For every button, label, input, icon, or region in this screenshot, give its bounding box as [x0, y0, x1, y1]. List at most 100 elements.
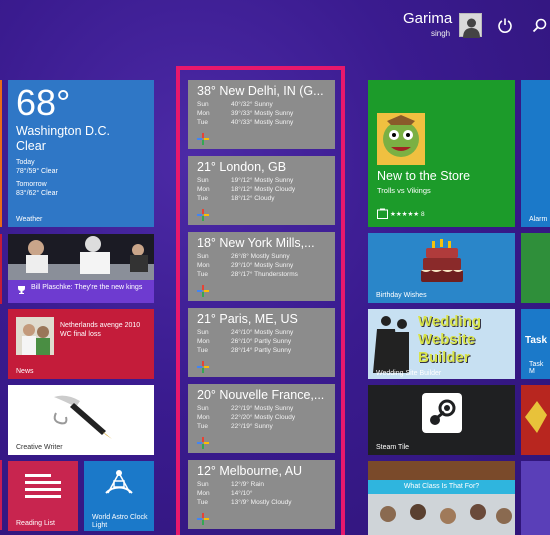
alarm-tile[interactable]: Alarm [521, 80, 550, 227]
forecast-value: 28°/17° Thunderstorms [231, 271, 298, 278]
weather-city-tile[interactable]: 21° London, GB Sun 19°/12° Mostly Sunny Mon… [188, 156, 335, 225]
store-app-name: Trolls vs Vikings [377, 186, 431, 195]
sport-headline: Netherlands avenge 2010 WC final loss [60, 322, 141, 338]
news-tile-kings[interactable]: Bill Plaschke: They're the new kings [8, 234, 154, 303]
what-class-tile[interactable]: What Class Is That For? [368, 461, 515, 535]
search-icon[interactable] [532, 17, 548, 33]
forecast-row: Tue 18°/12° Cloudy [197, 194, 326, 203]
wedding-line2: Website [418, 331, 476, 348]
forecast-value: 13°/9° Mostly Cloudy [231, 499, 292, 506]
forecast-day: Sun [197, 329, 209, 336]
tile-label: Creative Writer [16, 444, 63, 451]
tile-label: Wedding Site Builder [376, 370, 442, 377]
forecast-value: 22°/20° Mostly Cloudy [231, 414, 296, 421]
weather-city-tile[interactable]: 12° Melbourne, AU Sun 12°/9° Rain Mon 14°/10… [188, 460, 335, 529]
forecast-value: 39°/33° Mostly Sunny [231, 110, 294, 117]
forecast-value: 26°/8° Mostly Sunny [231, 253, 290, 260]
user-subname[interactable]: singh [431, 29, 450, 38]
provider-logo-icon [197, 361, 209, 373]
store-bag-icon [377, 208, 388, 219]
birthday-wishes-tile[interactable]: Birthday Wishes [368, 233, 515, 303]
creative-writer-tile[interactable]: Creative Writer [8, 385, 154, 455]
weather-city: Washington D.C. [16, 124, 111, 138]
today-forecast: 78°/59° Clear [16, 168, 58, 175]
partial-tile-pink[interactable] [0, 460, 2, 530]
today-label: Today [16, 159, 35, 166]
weather-city-tile[interactable]: 20° Nouvelle France,... Sun 22°/19° Mostly… [188, 384, 335, 453]
forecast-row: Mon 26°/10° Partly Sunny [197, 337, 326, 346]
class-title: What Class Is That For? [368, 480, 515, 494]
forecast-value: 18°/12° Cloudy [231, 195, 275, 202]
game-art-icon [525, 401, 547, 433]
partial-tile-red[interactable] [0, 234, 2, 304]
store-title: New to the Store [377, 169, 471, 183]
pen-icon [53, 395, 112, 439]
reading-list-tile[interactable]: Reading List [8, 461, 78, 531]
task-tile[interactable]: Task Task M [521, 309, 550, 379]
weather-city-title: 21° London, GB [197, 160, 287, 174]
sport-photo [16, 317, 54, 355]
wedding-line3: Builder [418, 349, 470, 366]
power-icon[interactable] [497, 17, 513, 33]
forecast-row: Sun 40°/32° Sunny [197, 100, 326, 109]
forecast-value: 12°/9° Rain [231, 481, 265, 488]
forecast-day: Tue [197, 119, 208, 126]
news-tile-sport[interactable]: Netherlands avenge 2010 WC final loss Ne… [8, 309, 154, 379]
tile-label: Steam Tile [376, 444, 410, 451]
wedding-builder-tile[interactable]: Wedding Website Builder Wedding Site Bui… [368, 309, 515, 379]
forecast-value: 26°/10° Partly Sunny [231, 338, 292, 345]
forecast-value: 40°/32° Sunny [231, 101, 273, 108]
user-name[interactable]: Garima [403, 10, 452, 27]
forecast-day: Tue [197, 347, 208, 354]
weather-city-tile[interactable]: 38° New Delhi, IN (G... Sun 40°/32° Sunny M… [188, 80, 335, 149]
forecast-row: Mon 18°/12° Mostly Cloudy [197, 185, 326, 194]
forecast-day: Tue [197, 195, 208, 202]
task-title: Task [525, 335, 548, 346]
forecast-value: 22°/19° Mostly Sunny [231, 405, 294, 412]
forecast-row: Sun 26°/8° Mostly Sunny [197, 252, 326, 261]
current-temp: 68° [16, 82, 71, 123]
partial-tile-bottom-right[interactable] [521, 461, 550, 535]
astro-clock-tile[interactable]: World Astro Clock Light [84, 461, 154, 531]
provider-logo-icon [197, 285, 209, 297]
reading-list-icon [25, 474, 61, 498]
tomorrow-forecast: 83°/62° Clear [16, 190, 58, 197]
class-photo-top [368, 461, 515, 480]
provider-logo-icon [197, 133, 209, 145]
news-headline: Bill Plaschke: They're the new kings [31, 284, 143, 291]
partial-tile-green[interactable] [521, 233, 550, 303]
forecast-value: 40°/33° Mostly Sunny [231, 119, 294, 126]
partial-tile-orange[interactable] [0, 80, 2, 227]
forecast-row: Mon 29°/10° Mostly Sunny [197, 261, 326, 270]
forecast-day: Sun [197, 481, 209, 488]
store-tile[interactable]: New to the Store Trolls vs Vikings ★★★★★… [368, 80, 515, 227]
steam-icon [422, 393, 462, 433]
forecast-row: Sun 19°/12° Mostly Sunny [197, 176, 326, 185]
steam-tile[interactable]: Steam Tile [368, 385, 515, 455]
forecast-value: 18°/12° Mostly Cloudy [231, 186, 296, 193]
weather-city-tile[interactable]: 18° New York Mills,... Sun 26°/8° Mostly S… [188, 232, 335, 301]
forecast-day: Sun [197, 177, 209, 184]
forecast-row: Tue 28°/14° Partly Sunny [197, 346, 326, 355]
weather-city-title: 38° New Delhi, IN (G... [197, 84, 324, 98]
forecast-row: Sun 12°/9° Rain [197, 480, 326, 489]
forecast-day: Mon [197, 110, 210, 117]
forecast-row: Mon 22°/20° Mostly Cloudy [197, 413, 326, 422]
forecast-row: Mon 39°/33° Mostly Sunny [197, 109, 326, 118]
avatar[interactable] [459, 13, 482, 38]
trolls-vs-vikings-icon [377, 113, 425, 165]
tile-label: Birthday Wishes [376, 292, 427, 299]
forecast-row: Mon 14°/10° [197, 489, 326, 498]
provider-logo-icon [197, 209, 209, 221]
wedding-line1: Wedding [418, 313, 482, 330]
weather-city-title: 12° Melbourne, AU [197, 464, 303, 478]
weather-live-tile[interactable]: 68° Washington D.C. Clear Today 78°/59° … [8, 80, 154, 227]
forecast-row: Sun 24°/10° Mostly Sunny [197, 328, 326, 337]
weather-city-tile[interactable]: 21° Paris, ME, US Sun 24°/10° Mostly Sunny… [188, 308, 335, 377]
provider-logo-icon [197, 513, 209, 525]
tile-label: World Astro Clock Light [92, 514, 148, 529]
store-rating: ★★★★★ 8 [390, 211, 425, 218]
forecast-day: Tue [197, 499, 208, 506]
forecast-value: 19°/12° Mostly Sunny [231, 177, 294, 184]
partial-tile-red-right[interactable] [521, 385, 550, 455]
